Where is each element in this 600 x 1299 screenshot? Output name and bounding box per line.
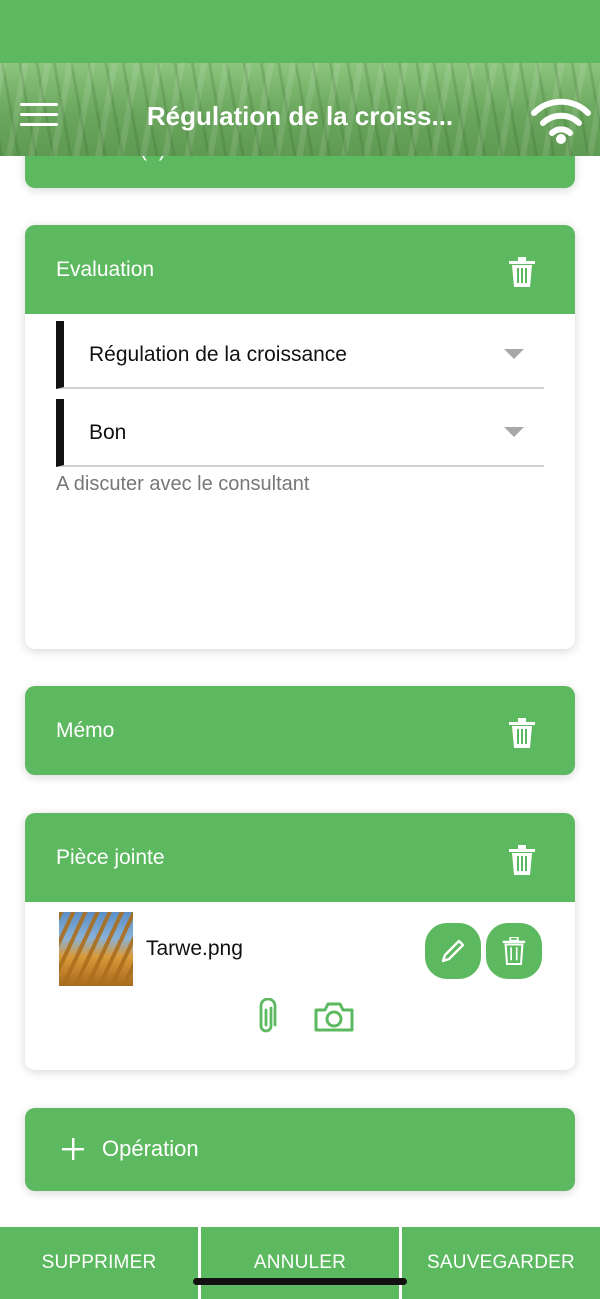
memo-title: Mémo [56,719,115,742]
evaluation-delete-trash-icon[interactable] [509,257,535,287]
menu-button[interactable] [20,103,58,127]
evaluation-type-value: Régulation de la croissance [89,343,347,366]
attachment-filename: Tarwe.png [146,937,243,960]
attachment-header: Pièce jointe [25,813,575,902]
add-operation-button[interactable]: Opération [25,1108,575,1191]
cancel-button[interactable]: ANNULER [201,1227,399,1299]
evaluation-header: Evaluation [25,225,575,314]
delete-button[interactable]: SUPPRIMER [0,1227,198,1299]
memo-card: Mémo [25,686,575,775]
chevron-down-icon [504,427,524,437]
attachment-thumbnail[interactable] [59,912,133,986]
chevron-down-icon [504,349,524,359]
wifi-icon [531,98,591,144]
attachment-delete-trash-icon[interactable] [509,845,535,875]
edit-attachment-button[interactable] [425,923,481,979]
plus-icon [62,1138,84,1160]
home-indicator[interactable] [193,1278,407,1285]
evaluation-rating-select[interactable]: Bon [56,399,544,467]
add-operation-label: Opération [102,1136,199,1161]
page-title: Régulation de la croiss... [146,101,454,131]
evaluation-rating-value: Bon [89,421,127,444]
attachment-card: Pièce jointe Tarwe.png [25,813,575,1070]
save-button[interactable]: SAUVEGARDER [402,1227,600,1299]
bottom-action-bar: SUPPRIMER ANNULER SAUVEGARDER [0,1227,600,1299]
delete-attachment-button[interactable] [486,923,542,979]
status-bar [0,0,600,63]
hamburger-menu-icon [20,103,58,106]
memo-header[interactable]: Mémo [25,686,575,775]
hamburger-line [20,123,58,126]
evaluation-card: Evaluation Régulation de la croissance B… [25,225,575,649]
attachment-title: Pièce jointe [56,846,165,869]
paperclip-icon[interactable] [253,998,279,1036]
evaluation-comment[interactable]: A discuter avec le consultant [56,473,309,496]
evaluation-title: Evaluation [56,258,155,281]
hamburger-line [20,113,58,116]
camera-icon[interactable] [313,1001,355,1033]
pencil-icon [441,939,465,963]
app-header: Régulation de la croiss... [0,63,600,156]
evaluation-type-select[interactable]: Régulation de la croissance [56,321,544,389]
memo-delete-trash-icon[interactable] [509,718,535,748]
trash-icon [502,937,526,965]
